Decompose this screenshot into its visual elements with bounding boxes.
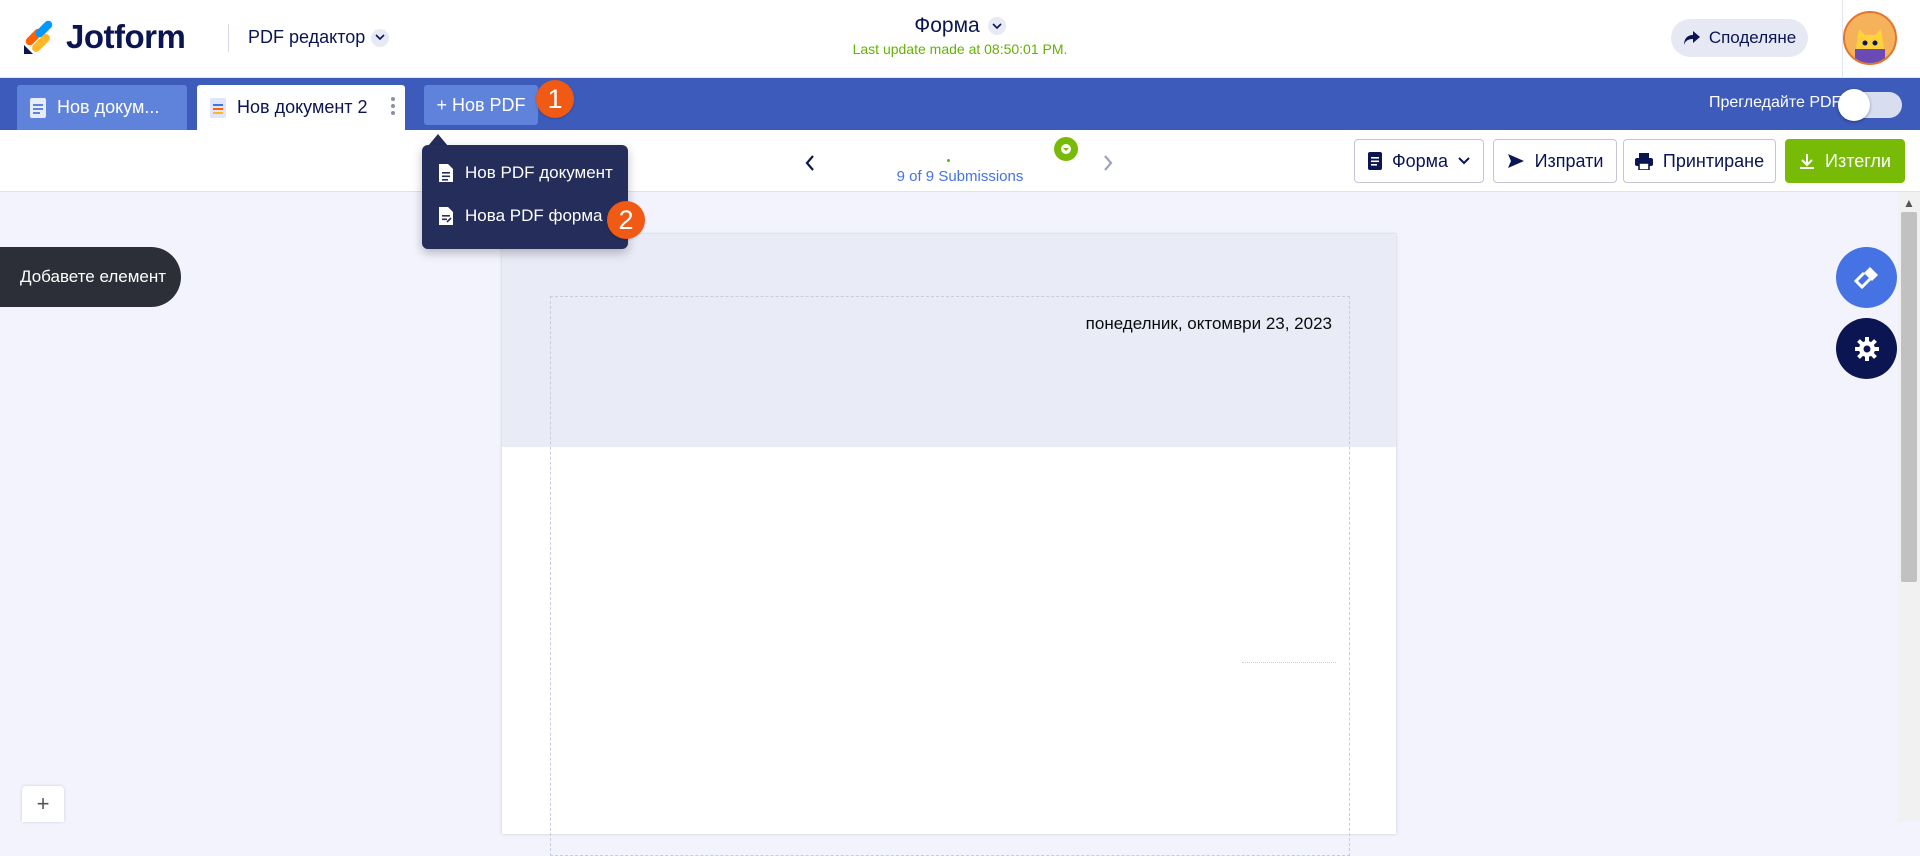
menu-item-new-pdf-document[interactable]: Нов PDF документ xyxy=(438,163,613,183)
send-label: Изпрати xyxy=(1534,150,1604,171)
tab-label: Нов докум... xyxy=(57,97,160,117)
chevron-down-icon xyxy=(987,17,1006,35)
tab-label: Нов документ 2 xyxy=(237,97,368,117)
chevron-down-icon xyxy=(1458,157,1470,165)
scroll-up-icon[interactable]: ▲ xyxy=(1903,196,1915,210)
send-icon xyxy=(1507,154,1524,168)
tab-options-icon[interactable] xyxy=(391,97,395,118)
printer-icon xyxy=(1634,152,1653,170)
share-button[interactable]: Споделяне xyxy=(1671,19,1808,57)
zoom-in-button[interactable]: + xyxy=(22,786,64,822)
form-document-icon xyxy=(439,207,453,225)
print-label: Принтиране xyxy=(1662,150,1765,171)
download-label: Изтегли xyxy=(1825,150,1891,171)
preview-pdf-label: Прегледайте PDF xyxy=(1709,94,1842,111)
previous-submission-icon[interactable] xyxy=(804,152,816,178)
next-submission-icon[interactable] xyxy=(1102,152,1114,178)
new-pdf-dropdown: Нов PDF документ Нова PDF форма xyxy=(422,145,628,249)
top-header: Jotform PDF редактор Форма Last update m… xyxy=(0,0,1920,78)
document-icon xyxy=(30,97,46,118)
step-badge-2: 2 xyxy=(607,201,645,239)
menu-item-label: Нов PDF документ xyxy=(465,163,613,182)
signature-line xyxy=(1242,662,1336,663)
share-label: Споделяне xyxy=(1708,28,1797,47)
document-tab-bar: Нов докум... Нов документ 2 + Нов PDF 1 … xyxy=(0,78,1920,130)
menu-item-label: Нова PDF форма xyxy=(465,206,603,225)
submission-dropdown-icon[interactable] xyxy=(1054,137,1078,161)
share-arrow-icon xyxy=(1683,31,1700,45)
paint-roller-icon xyxy=(1853,266,1878,289)
page-date[interactable]: понеделник, октомври 23, 2023 xyxy=(1086,314,1332,334)
download-icon xyxy=(1800,153,1814,169)
form-document-icon xyxy=(210,97,226,118)
toggle-knob xyxy=(1838,89,1870,121)
form-select-label: Форма xyxy=(1391,150,1449,171)
scrollbar-thumb[interactable] xyxy=(1901,212,1917,582)
last-update-status: Last update made at 08:50:01 PM. xyxy=(852,41,1068,57)
submission-counter: 9 of 9 Submissions xyxy=(896,168,1024,185)
step-badge-1: 1 xyxy=(536,80,574,118)
print-button[interactable]: Принтиране xyxy=(1623,139,1776,183)
submission-dot xyxy=(947,159,950,162)
page-content-area xyxy=(550,296,1350,856)
tab-document-1[interactable]: Нов докум... xyxy=(17,85,187,130)
new-pdf-label: + Нов PDF xyxy=(436,94,526,115)
user-avatar[interactable] xyxy=(1843,11,1897,65)
tab-document-2[interactable]: Нов документ 2 xyxy=(197,85,405,130)
new-pdf-button[interactable]: + Нов PDF xyxy=(424,85,538,125)
menu-item-new-pdf-form[interactable]: Нова PDF форма xyxy=(438,206,603,226)
document-info: Форма Last update made at 08:50:01 PM. xyxy=(0,14,1920,57)
document-icon xyxy=(439,164,453,182)
settings-button[interactable] xyxy=(1836,318,1897,379)
pdf-page: понеделник, октомври 23, 2023 xyxy=(502,234,1396,856)
send-button[interactable]: Изпрати xyxy=(1493,139,1617,183)
gear-icon xyxy=(1854,336,1879,361)
form-icon xyxy=(1367,152,1382,170)
preview-pdf-toggle[interactable] xyxy=(1838,89,1902,121)
avatar-cat-icon xyxy=(1845,13,1895,63)
document-title[interactable]: Форма xyxy=(914,14,1006,38)
submission-toolbar: 9 of 9 Submissions Форма Изпрати Принтир… xyxy=(0,130,1920,192)
download-button[interactable]: Изтегли xyxy=(1785,139,1905,183)
add-element-button[interactable]: Добавете елемент xyxy=(0,247,181,307)
form-select-button[interactable]: Форма xyxy=(1354,139,1484,183)
designer-button[interactable] xyxy=(1836,247,1897,308)
vertical-scrollbar[interactable]: ▲ xyxy=(1898,192,1920,822)
document-title-text: Форма xyxy=(914,14,980,37)
